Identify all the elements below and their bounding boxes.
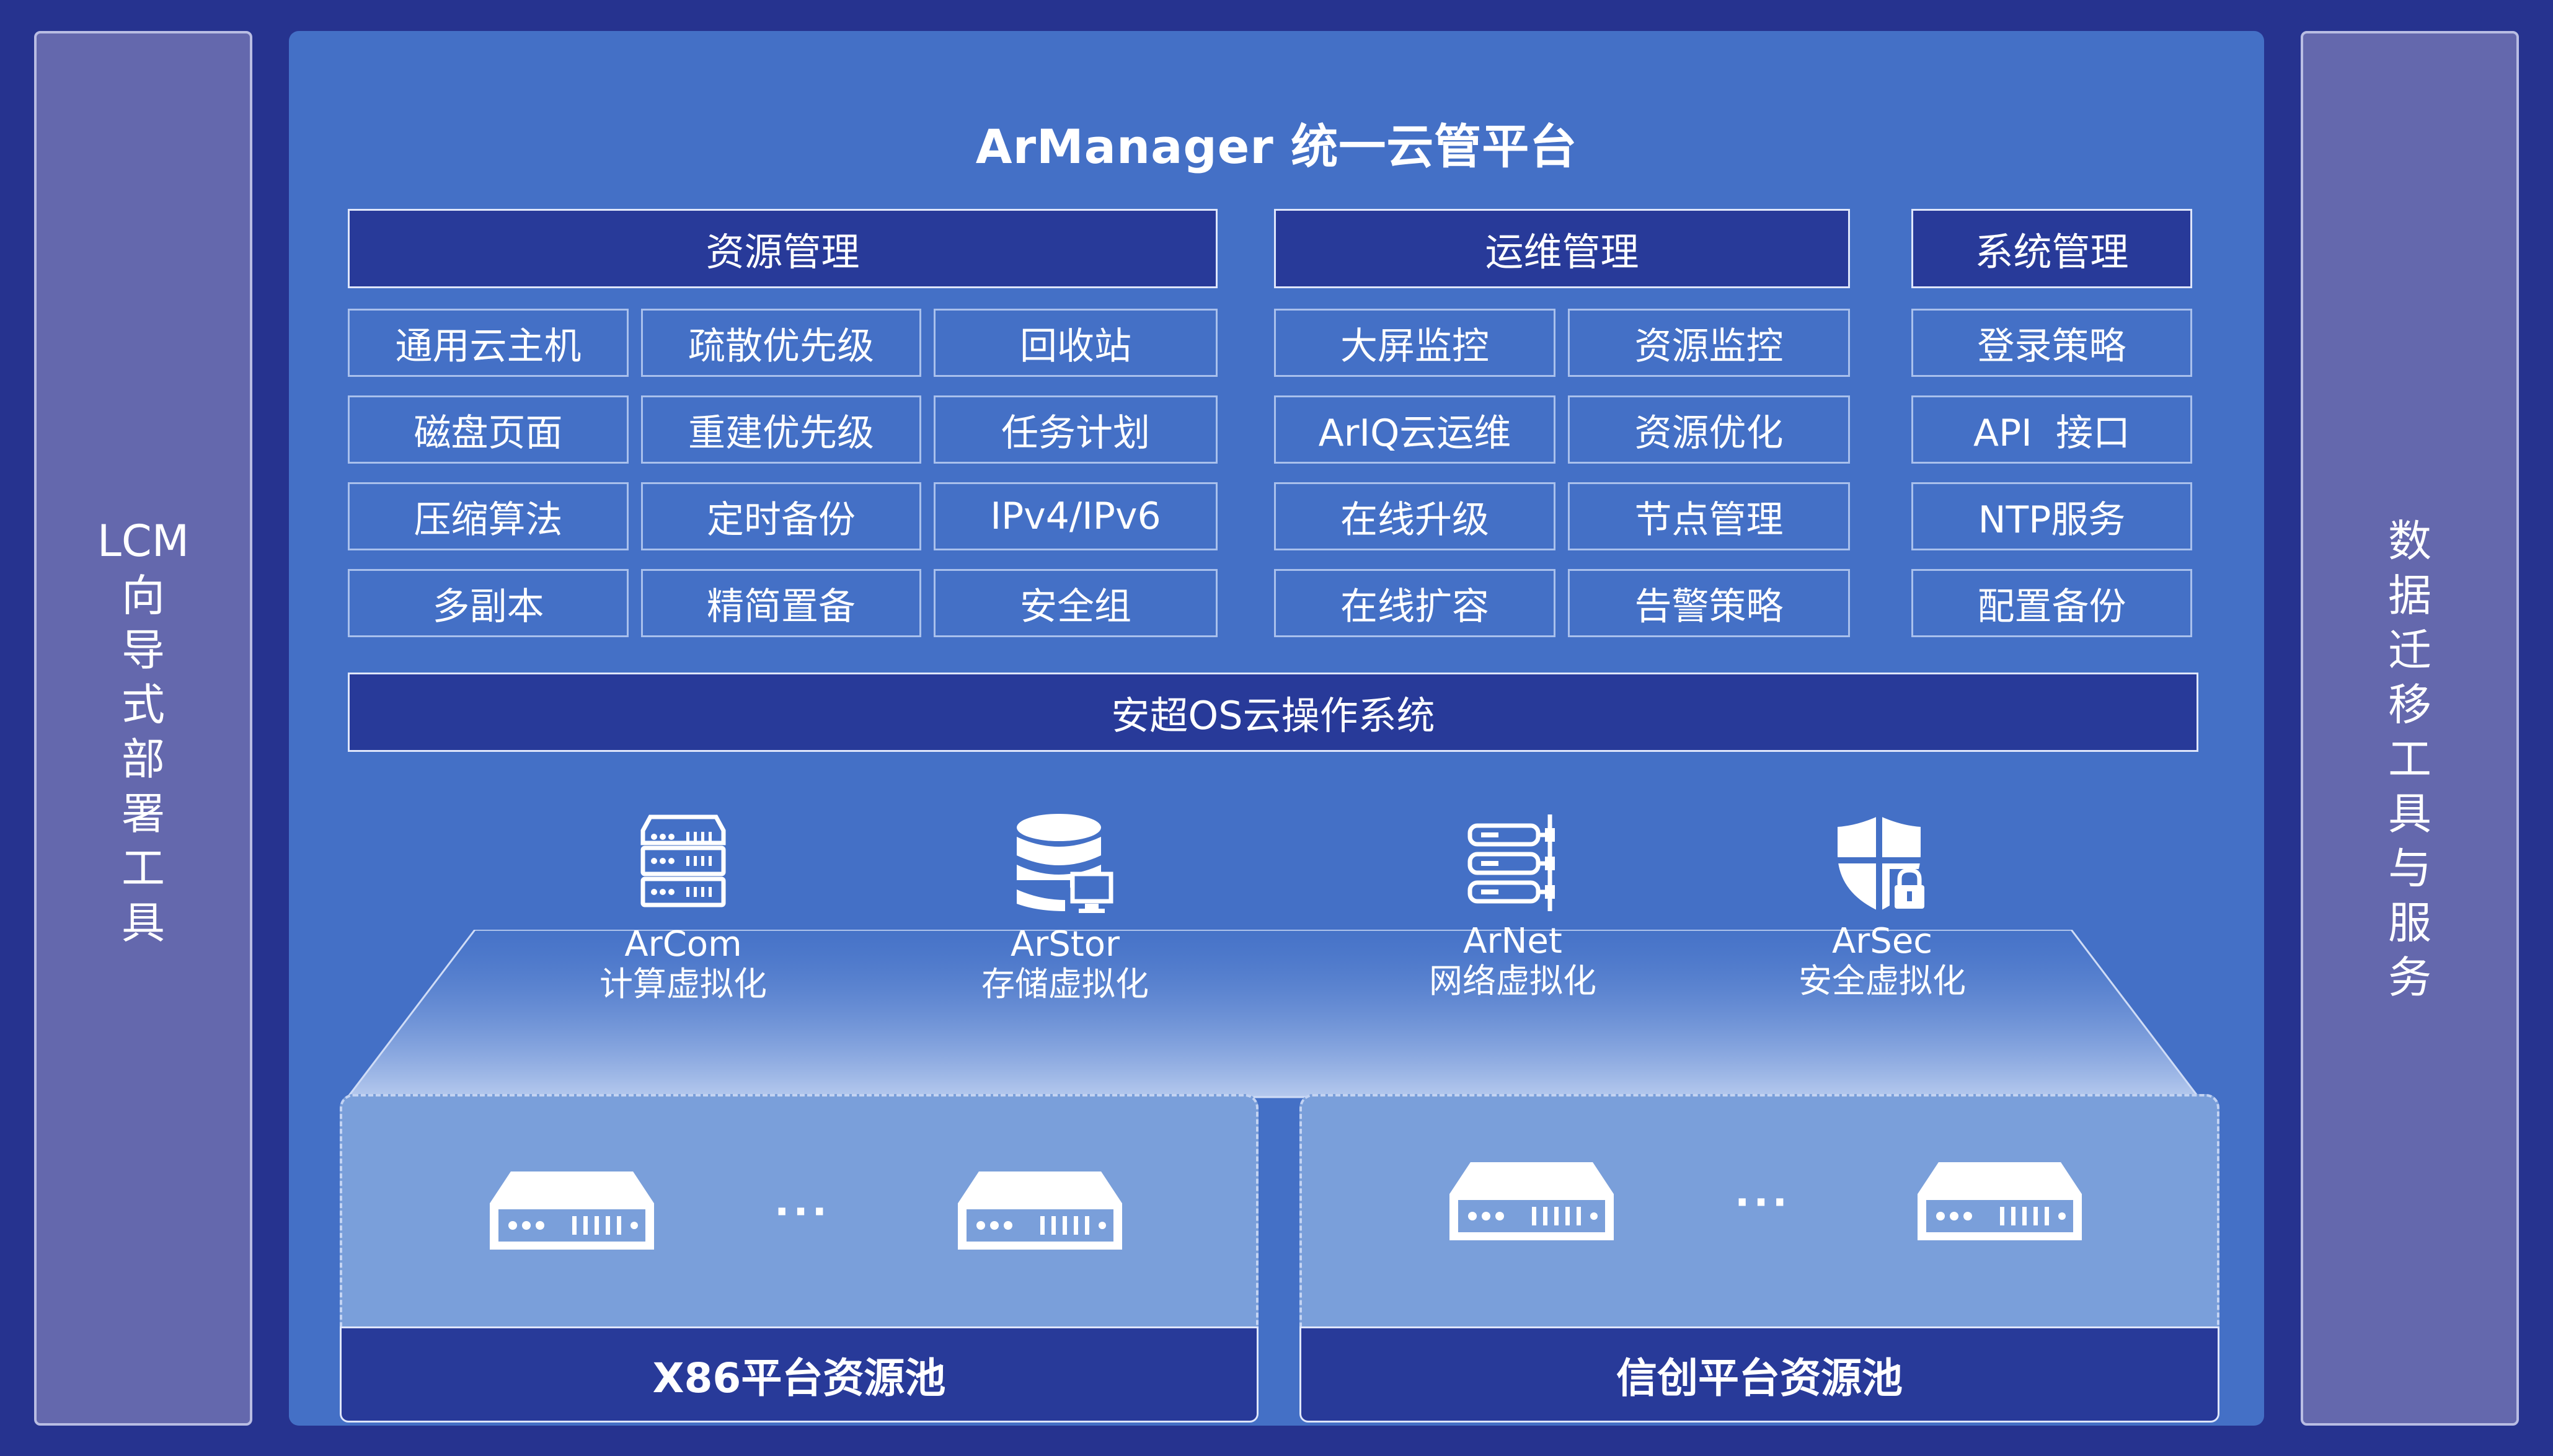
- arcom-virtualization: ArCom 计算虚拟化: [541, 812, 826, 1004]
- system-item: API 接口: [1911, 395, 2192, 464]
- resource-item: 回收站: [934, 309, 1218, 377]
- resource-item: 定时备份: [641, 482, 921, 550]
- network-switch-icon: [1467, 814, 1555, 911]
- arnet-subtitle: 网络虚拟化: [1429, 961, 1596, 1000]
- os-layer-bar: 安超OS云操作系统: [348, 673, 2198, 752]
- database-monitor-icon: [1017, 814, 1113, 913]
- arsec-name: ArSec: [1831, 921, 1933, 961]
- ops-item: 在线升级: [1274, 482, 1555, 550]
- pool-ellipsis: ···: [774, 1189, 831, 1235]
- ops-item: 大屏监控: [1274, 309, 1555, 377]
- server-icon: [490, 1171, 654, 1250]
- server-icon: [958, 1171, 1122, 1250]
- arsec-virtualization: ArSec 安全虚拟化: [1740, 812, 2025, 1001]
- ops-item: 资源优化: [1568, 395, 1850, 464]
- resource-item: IPv4/IPv6: [934, 482, 1218, 550]
- arstor-subtitle: 存储虚拟化: [981, 964, 1149, 1004]
- shield-lock-icon: [1838, 816, 1929, 911]
- resource-item: 压缩算法: [348, 482, 629, 550]
- ops-item: 节点管理: [1568, 482, 1850, 550]
- x86-resource-pool: ··· X86平台资源池: [340, 1094, 1259, 1423]
- xinchuang-pool-label: 信创平台资源池: [1299, 1326, 2219, 1423]
- platform-title: ArManager 统一云管平台: [975, 119, 1578, 174]
- armanager-platform-panel: ArManager 统一云管平台 资源管理 通用云主机 疏散优先级 回收站 磁盘…: [289, 31, 2264, 1426]
- migration-panel-label: 数 据 迁 移 工 具 与 服 务: [2388, 516, 2431, 1003]
- arstor-virtualization: ArStor 存储虚拟化: [923, 812, 1208, 1004]
- server-rack-icon: [640, 814, 726, 907]
- resource-item: 多副本: [348, 569, 629, 637]
- arstor-name: ArStor: [1010, 924, 1120, 964]
- system-item: NTP服务: [1911, 482, 2192, 550]
- lcm-deployment-tool-panel: LCM 向 导 式 部 署 工 具: [34, 31, 252, 1426]
- system-management-header: 系统管理: [1911, 209, 2192, 288]
- ops-management-header: 运维管理: [1274, 209, 1850, 288]
- arcom-subtitle: 计算虚拟化: [600, 964, 767, 1004]
- resource-item: 磁盘页面: [348, 395, 629, 464]
- resource-item: 通用云主机: [348, 309, 629, 377]
- pool-ellipsis: ···: [1735, 1180, 1791, 1226]
- resource-management-header: 资源管理: [348, 209, 1218, 288]
- xinchuang-resource-pool: ··· 信创平台资源池: [1299, 1094, 2219, 1423]
- server-icon: [1918, 1162, 2082, 1240]
- ops-item: 告警策略: [1568, 569, 1850, 637]
- data-migration-panel: 数 据 迁 移 工 具 与 服 务: [2301, 31, 2519, 1426]
- x86-pool-label: X86平台资源池: [340, 1326, 1259, 1423]
- resource-item: 疏散优先级: [641, 309, 921, 377]
- resource-item: 精简置备: [641, 569, 921, 637]
- lcm-panel-label: LCM 向 导 式 部 署 工 具: [97, 516, 190, 948]
- arsec-subtitle: 安全虚拟化: [1799, 961, 1966, 1000]
- ops-item: 资源监控: [1568, 309, 1850, 377]
- system-item: 配置备份: [1911, 569, 2192, 637]
- arnet-name: ArNet: [1463, 921, 1562, 961]
- resource-item: 任务计划: [934, 395, 1218, 464]
- arcom-name: ArCom: [624, 924, 742, 964]
- resource-item: 安全组: [934, 569, 1218, 637]
- ops-item: ArIQ云运维: [1274, 395, 1555, 464]
- resource-item: 重建优先级: [641, 395, 921, 464]
- system-item: 登录策略: [1911, 309, 2192, 377]
- ops-item: 在线扩容: [1274, 569, 1555, 637]
- arnet-virtualization: ArNet 网络虚拟化: [1370, 812, 1655, 1001]
- server-icon: [1449, 1162, 1614, 1240]
